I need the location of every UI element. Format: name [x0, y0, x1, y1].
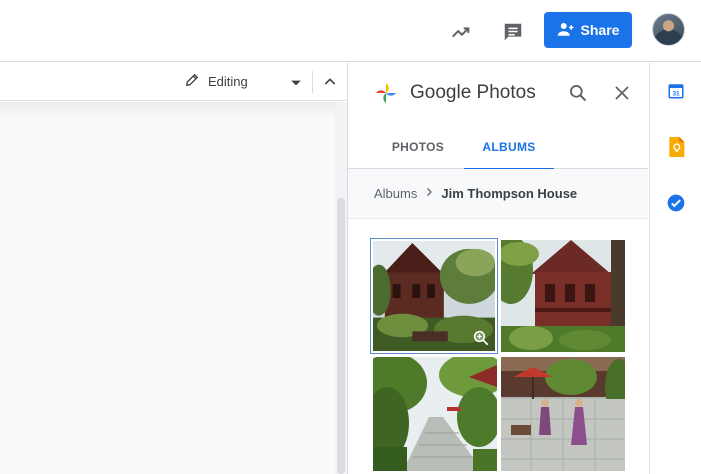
red-teak-house-photo[interactable]: [501, 240, 625, 352]
google-photos-panel: Google Photos PHOTOS ALBUMS Albums Jim T…: [347, 63, 648, 474]
app-header: Share: [0, 0, 701, 62]
keep-icon[interactable]: [666, 137, 686, 157]
comment-icon[interactable]: [496, 15, 530, 49]
avatar[interactable]: [652, 13, 685, 46]
photos-panel-header: Google Photos: [348, 63, 648, 123]
share-person-icon: [557, 21, 575, 40]
breadcrumb: Albums Jim Thompson House: [348, 169, 648, 219]
share-button[interactable]: Share: [544, 12, 632, 48]
document-scrollbar-thumb[interactable]: [337, 198, 345, 474]
toolbar-divider: [312, 71, 313, 93]
search-icon[interactable]: [566, 81, 590, 105]
side-rail: 31: [649, 63, 701, 474]
doc-toolbar: Editing: [0, 63, 347, 101]
thai-house-garden-photo[interactable]: [370, 238, 498, 354]
photos-panel-title: Google Photos: [410, 82, 536, 103]
document-canvas[interactable]: [0, 102, 347, 474]
breadcrumb-current-album: Jim Thompson House: [441, 186, 578, 201]
editing-label: Editing: [208, 74, 248, 89]
tab-photos[interactable]: PHOTOS: [373, 125, 463, 169]
calendar-icon[interactable]: 31: [666, 81, 686, 101]
editing-mode-button[interactable]: Editing: [184, 72, 248, 91]
toolbar-shadow: [0, 102, 347, 116]
garden-walkway-photo[interactable]: [373, 357, 497, 471]
chevron-up-icon[interactable]: [320, 72, 340, 92]
tab-albums[interactable]: ALBUMS: [464, 125, 554, 170]
photos-tabs: PHOTOS ALBUMS: [348, 125, 648, 170]
album-photo-grid: [370, 238, 626, 474]
google-photos-logo-icon: [374, 81, 398, 105]
chevron-right-icon: [423, 186, 435, 201]
courtyard-people-photo[interactable]: [501, 357, 625, 471]
calendar-day: 31: [672, 91, 680, 98]
pencil-icon: [184, 72, 200, 91]
caret-down-icon[interactable]: [290, 76, 302, 94]
close-icon[interactable]: [610, 81, 634, 105]
share-label: Share: [580, 22, 620, 38]
tasks-icon[interactable]: [666, 193, 686, 213]
zoom-in-icon[interactable]: [472, 329, 490, 347]
trending-icon[interactable]: [444, 15, 478, 49]
breadcrumb-albums-link[interactable]: Albums: [374, 186, 417, 201]
